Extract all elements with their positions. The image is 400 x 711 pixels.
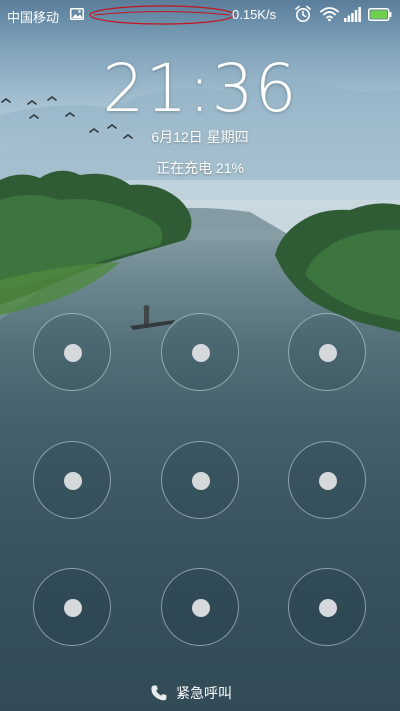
pattern-node-5[interactable] [161, 441, 239, 519]
pattern-node-7[interactable] [33, 568, 111, 646]
pattern-dot [192, 344, 210, 362]
pattern-dot [319, 599, 337, 617]
pattern-node-9[interactable] [288, 568, 366, 646]
pattern-dot [192, 599, 210, 617]
pattern-dot [192, 472, 210, 490]
pattern-node-1[interactable] [33, 313, 111, 391]
emergency-call-label: 紧急呼叫 [176, 685, 232, 701]
pattern-node-4[interactable] [33, 441, 111, 519]
pattern-dot [319, 344, 337, 362]
pattern-dot [319, 472, 337, 490]
lock-screen: 中国移动 0.15K/s 21:36 6月12日 星期四 正在充电 21% 紧急… [0, 0, 400, 711]
pattern-dot [64, 599, 82, 617]
pattern-node-8[interactable] [161, 568, 239, 646]
pattern-dot [64, 344, 82, 362]
pattern-node-3[interactable] [288, 313, 366, 391]
pattern-lock-grid [0, 0, 400, 711]
pattern-node-6[interactable] [288, 441, 366, 519]
emergency-call-button[interactable]: 紧急呼叫 [150, 680, 232, 706]
pattern-node-2[interactable] [161, 313, 239, 391]
pattern-dot [64, 472, 82, 490]
phone-icon [151, 685, 167, 701]
